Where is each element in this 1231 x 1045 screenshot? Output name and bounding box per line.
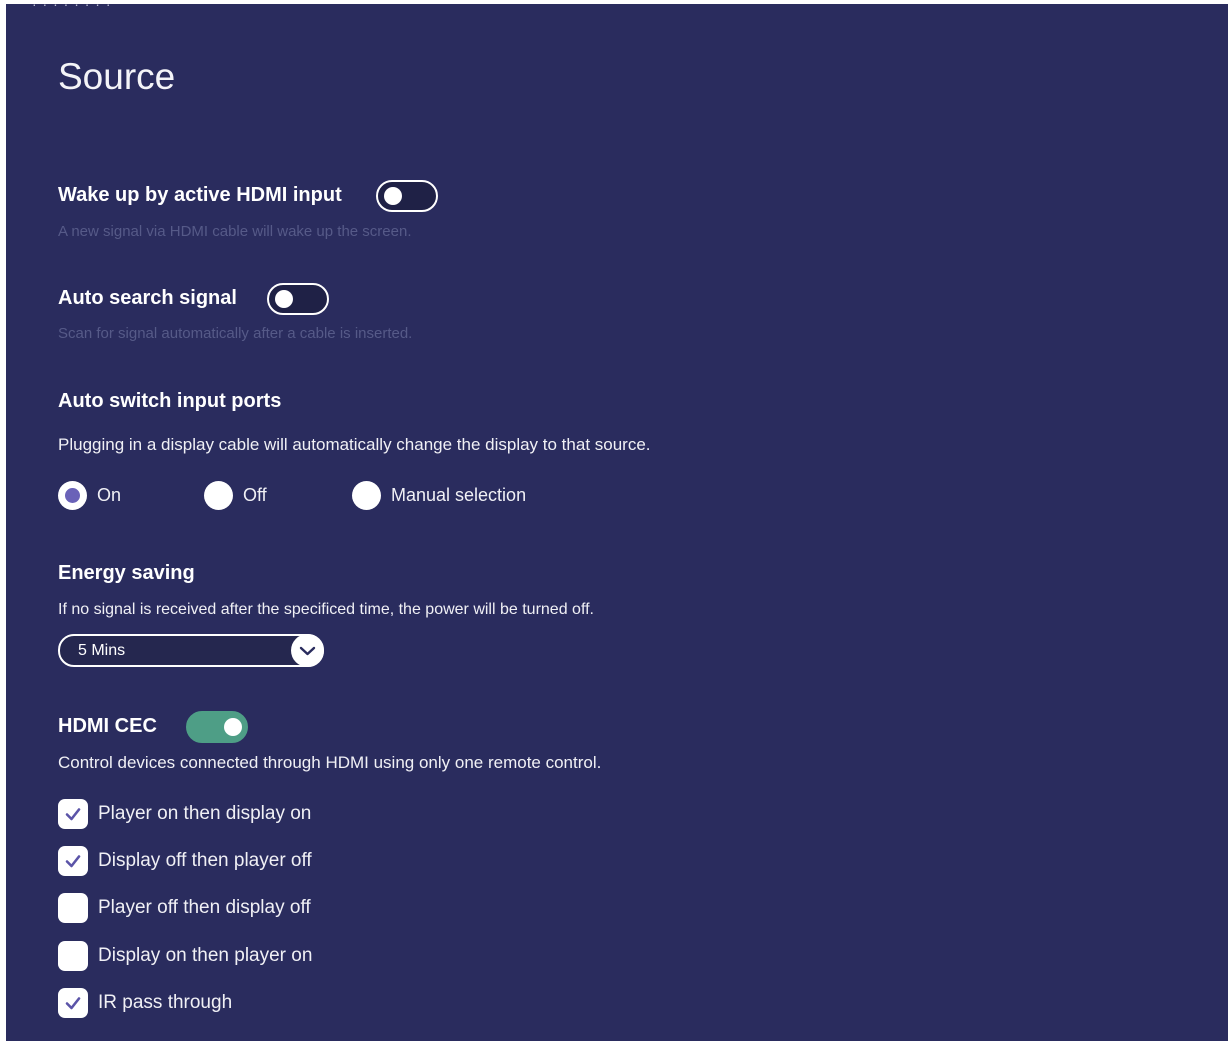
- radio-button[interactable]: [204, 481, 233, 510]
- hdmi-cec-label: HDMI CEC: [58, 715, 157, 737]
- checkbox[interactable]: [58, 893, 88, 923]
- checkbox-label: Display off then player off: [98, 850, 312, 871]
- toggle-knob: [275, 290, 293, 308]
- energy-saving-select[interactable]: 5 Mins: [58, 634, 324, 667]
- checkbox-label: IR pass through: [98, 992, 233, 1013]
- radio-label: On: [97, 485, 122, 505]
- wake-hdmi-label: Wake up by active HDMI input: [58, 184, 342, 206]
- radio-label: Manual selection: [391, 485, 527, 505]
- cec-option-player-off-display-off[interactable]: Player off then display off: [58, 893, 311, 923]
- hdmi-cec-description: Control devices connected through HDMI u…: [58, 753, 602, 772]
- checkmark-icon: [65, 808, 81, 821]
- source-settings-panel: · · · · · · · · Source Wake up by active…: [6, 4, 1228, 1041]
- checkbox[interactable]: [58, 941, 88, 971]
- energy-saving-description: If no signal is received after the speci…: [58, 601, 594, 618]
- auto-switch-label: Auto switch input ports: [58, 390, 282, 412]
- cec-option-ir-pass-through[interactable]: IR pass through: [58, 988, 232, 1018]
- select-value: 5 Mins: [78, 642, 126, 659]
- checkbox[interactable]: [58, 988, 88, 1018]
- cec-option-player-on-display-on[interactable]: Player on then display on: [58, 799, 311, 829]
- checkmark-icon: [65, 997, 81, 1010]
- radio-button[interactable]: [58, 481, 87, 510]
- checkbox[interactable]: [58, 846, 88, 876]
- toggle-knob: [224, 718, 242, 736]
- energy-saving-label: Energy saving: [58, 562, 195, 584]
- wake-hdmi-toggle[interactable]: [376, 180, 438, 212]
- auto-search-hint: Scan for signal automatically after a ca…: [58, 325, 413, 342]
- radio-option-manual[interactable]: Manual selection: [352, 481, 526, 510]
- checkbox-label: Player on then display on: [98, 803, 312, 824]
- checkbox[interactable]: [58, 799, 88, 829]
- auto-search-label: Auto search signal: [58, 287, 237, 309]
- checkmark-icon: [65, 855, 81, 868]
- page-title: Source: [58, 56, 176, 97]
- header-fragment: · · · · · · · ·: [32, 4, 112, 12]
- auto-switch-description: Plugging in a display cable will automat…: [58, 435, 651, 454]
- radio-option-off[interactable]: Off: [204, 481, 267, 510]
- wake-hdmi-hint: A new signal via HDMI cable will wake up…: [58, 223, 412, 240]
- chevron-down-icon[interactable]: [291, 634, 324, 667]
- checkbox-label: Display on then player on: [98, 945, 313, 966]
- radio-button[interactable]: [352, 481, 381, 510]
- radio-label: Off: [243, 485, 267, 505]
- cec-option-display-off-player-off[interactable]: Display off then player off: [58, 846, 312, 876]
- cec-option-display-on-player-on[interactable]: Display on then player on: [58, 941, 312, 971]
- radio-option-on[interactable]: On: [58, 481, 121, 510]
- hdmi-cec-toggle[interactable]: [186, 711, 248, 743]
- checkbox-label: Player off then display off: [98, 897, 311, 918]
- toggle-knob: [384, 187, 402, 205]
- auto-search-toggle[interactable]: [267, 283, 329, 315]
